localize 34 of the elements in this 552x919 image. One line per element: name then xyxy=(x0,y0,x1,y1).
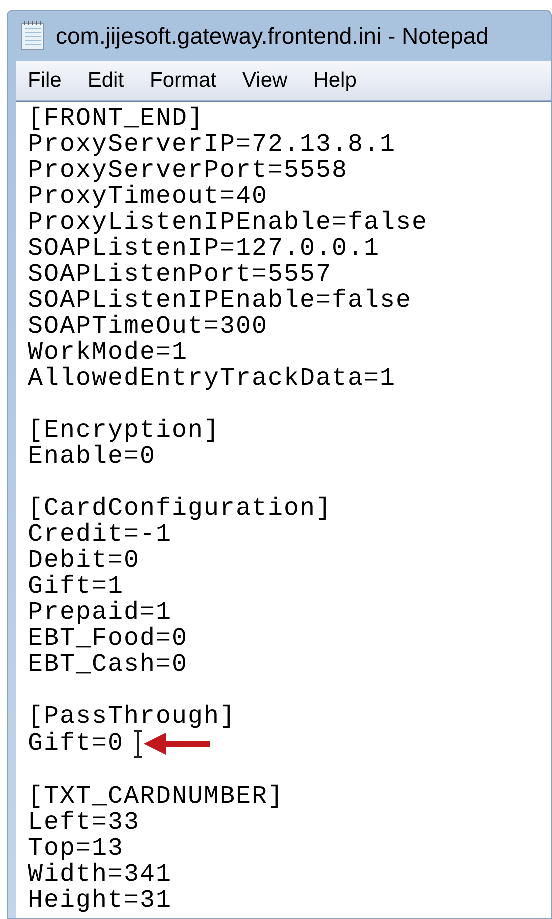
menu-item[interactable]: View xyxy=(242,64,288,96)
setting-line: AllowedEntryTrackData=1 xyxy=(28,366,396,392)
setting-line: Left=33 xyxy=(28,810,140,836)
menu-item[interactable]: Edit xyxy=(88,64,124,96)
setting-line: Enable=0 xyxy=(28,444,156,470)
setting-line: Height=31 xyxy=(28,888,172,914)
setting-line: Top=13 xyxy=(28,836,124,862)
section-header: [PassThrough] xyxy=(28,704,236,730)
setting-line: EBT_Cash=0 xyxy=(28,652,188,678)
section-header: [Encryption] xyxy=(28,418,220,444)
menu-item[interactable]: Format xyxy=(150,64,217,96)
section-header: [FRONT_END] xyxy=(28,106,204,132)
section-header: [TXT_CARDNUMBER] xyxy=(28,784,284,810)
setting-line: Credit=-1 xyxy=(28,522,172,548)
setting-line: ProxyServerIP=72.13.8.1 xyxy=(28,132,396,158)
setting-line: Prepaid=1 xyxy=(28,600,172,626)
setting-line: ProxyServerPort=5558 xyxy=(28,158,348,184)
setting-line: ProxyTimeout=40 xyxy=(28,184,268,210)
setting-line: EBT_Food=0 xyxy=(28,626,188,652)
setting-line: WorkMode=1 xyxy=(28,340,188,366)
menu-item[interactable]: Help xyxy=(314,64,357,96)
text-cursor-icon xyxy=(132,730,144,758)
section-header: [CardConfiguration] xyxy=(28,496,332,522)
setting-line: Gift=0 xyxy=(28,731,124,757)
setting-line: SOAPListenIP=127.0.0.1 xyxy=(28,236,380,262)
setting-line: SOAPListenPort=5557 xyxy=(28,262,332,288)
setting-line: ProxyListenIPEnable=false xyxy=(28,210,428,236)
window-title: com.jijesoft.gateway.frontend.ini - Notepad xyxy=(56,22,489,51)
setting-line: Gift=1 xyxy=(28,574,124,600)
setting-line: Width=341 xyxy=(28,862,172,888)
setting-line: SOAPListenIPEnable=false xyxy=(28,288,412,314)
setting-line: SOAPTimeOut=300 xyxy=(28,314,268,340)
menu-item[interactable]: File xyxy=(28,64,62,96)
setting-line: Debit=0 xyxy=(28,548,140,574)
